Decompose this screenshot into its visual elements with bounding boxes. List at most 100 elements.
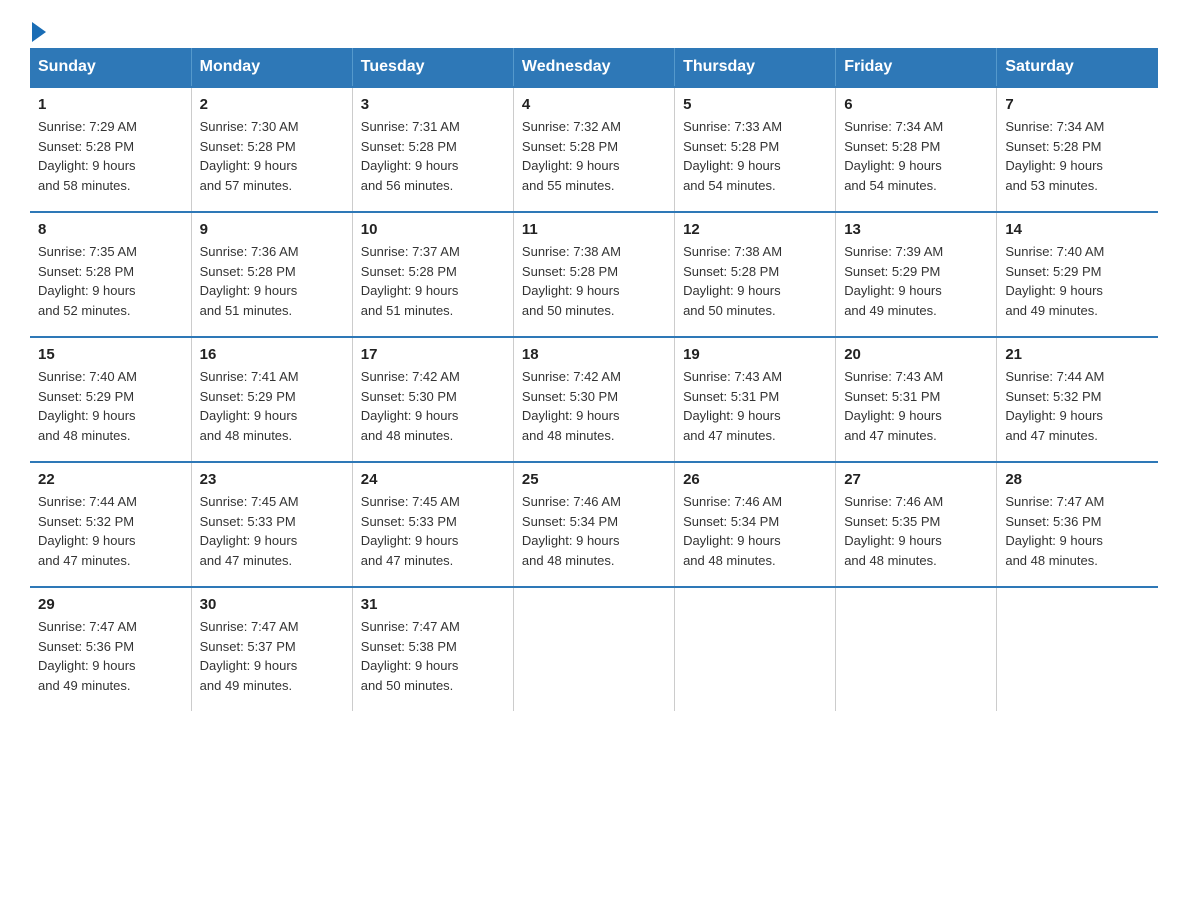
calendar-cell: 10 Sunrise: 7:37 AMSunset: 5:28 PMDaylig… bbox=[352, 212, 513, 337]
calendar-cell bbox=[997, 587, 1158, 711]
calendar-cell: 2 Sunrise: 7:30 AMSunset: 5:28 PMDayligh… bbox=[191, 87, 352, 212]
day-number: 11 bbox=[522, 221, 666, 238]
day-info: Sunrise: 7:46 AMSunset: 5:35 PMDaylight:… bbox=[844, 492, 988, 570]
calendar-cell: 18 Sunrise: 7:42 AMSunset: 5:30 PMDaylig… bbox=[513, 337, 674, 462]
day-info: Sunrise: 7:30 AMSunset: 5:28 PMDaylight:… bbox=[200, 117, 344, 195]
calendar-cell: 24 Sunrise: 7:45 AMSunset: 5:33 PMDaylig… bbox=[352, 462, 513, 587]
day-info: Sunrise: 7:36 AMSunset: 5:28 PMDaylight:… bbox=[200, 242, 344, 320]
calendar-cell: 11 Sunrise: 7:38 AMSunset: 5:28 PMDaylig… bbox=[513, 212, 674, 337]
day-number: 3 bbox=[361, 96, 505, 113]
day-info: Sunrise: 7:43 AMSunset: 5:31 PMDaylight:… bbox=[844, 367, 988, 445]
calendar-cell: 7 Sunrise: 7:34 AMSunset: 5:28 PMDayligh… bbox=[997, 87, 1158, 212]
day-info: Sunrise: 7:44 AMSunset: 5:32 PMDaylight:… bbox=[1005, 367, 1150, 445]
day-number: 7 bbox=[1005, 96, 1150, 113]
day-number: 19 bbox=[683, 346, 827, 363]
calendar-header-saturday: Saturday bbox=[997, 48, 1158, 87]
calendar-cell: 3 Sunrise: 7:31 AMSunset: 5:28 PMDayligh… bbox=[352, 87, 513, 212]
day-info: Sunrise: 7:45 AMSunset: 5:33 PMDaylight:… bbox=[200, 492, 344, 570]
day-number: 27 bbox=[844, 471, 988, 488]
calendar-cell: 16 Sunrise: 7:41 AMSunset: 5:29 PMDaylig… bbox=[191, 337, 352, 462]
calendar-cell: 4 Sunrise: 7:32 AMSunset: 5:28 PMDayligh… bbox=[513, 87, 674, 212]
calendar-cell: 5 Sunrise: 7:33 AMSunset: 5:28 PMDayligh… bbox=[675, 87, 836, 212]
calendar-cell: 20 Sunrise: 7:43 AMSunset: 5:31 PMDaylig… bbox=[836, 337, 997, 462]
day-info: Sunrise: 7:47 AMSunset: 5:36 PMDaylight:… bbox=[1005, 492, 1150, 570]
day-number: 13 bbox=[844, 221, 988, 238]
day-number: 25 bbox=[522, 471, 666, 488]
calendar-cell: 13 Sunrise: 7:39 AMSunset: 5:29 PMDaylig… bbox=[836, 212, 997, 337]
day-number: 18 bbox=[522, 346, 666, 363]
day-info: Sunrise: 7:46 AMSunset: 5:34 PMDaylight:… bbox=[683, 492, 827, 570]
calendar-week-row-2: 8 Sunrise: 7:35 AMSunset: 5:28 PMDayligh… bbox=[30, 212, 1158, 337]
day-number: 20 bbox=[844, 346, 988, 363]
day-info: Sunrise: 7:40 AMSunset: 5:29 PMDaylight:… bbox=[1005, 242, 1150, 320]
day-info: Sunrise: 7:35 AMSunset: 5:28 PMDaylight:… bbox=[38, 242, 183, 320]
day-info: Sunrise: 7:42 AMSunset: 5:30 PMDaylight:… bbox=[522, 367, 666, 445]
calendar-cell: 8 Sunrise: 7:35 AMSunset: 5:28 PMDayligh… bbox=[30, 212, 191, 337]
day-number: 23 bbox=[200, 471, 344, 488]
day-info: Sunrise: 7:32 AMSunset: 5:28 PMDaylight:… bbox=[522, 117, 666, 195]
calendar-cell bbox=[675, 587, 836, 711]
day-number: 6 bbox=[844, 96, 988, 113]
calendar-cell: 14 Sunrise: 7:40 AMSunset: 5:29 PMDaylig… bbox=[997, 212, 1158, 337]
calendar-cell: 29 Sunrise: 7:47 AMSunset: 5:36 PMDaylig… bbox=[30, 587, 191, 711]
calendar-cell bbox=[836, 587, 997, 711]
day-number: 4 bbox=[522, 96, 666, 113]
calendar-cell: 6 Sunrise: 7:34 AMSunset: 5:28 PMDayligh… bbox=[836, 87, 997, 212]
calendar-cell: 17 Sunrise: 7:42 AMSunset: 5:30 PMDaylig… bbox=[352, 337, 513, 462]
calendar-cell: 21 Sunrise: 7:44 AMSunset: 5:32 PMDaylig… bbox=[997, 337, 1158, 462]
day-number: 15 bbox=[38, 346, 183, 363]
calendar-header-sunday: Sunday bbox=[30, 48, 191, 87]
calendar-table: SundayMondayTuesdayWednesdayThursdayFrid… bbox=[30, 48, 1158, 711]
day-number: 17 bbox=[361, 346, 505, 363]
day-info: Sunrise: 7:33 AMSunset: 5:28 PMDaylight:… bbox=[683, 117, 827, 195]
day-number: 21 bbox=[1005, 346, 1150, 363]
day-number: 26 bbox=[683, 471, 827, 488]
calendar-cell: 12 Sunrise: 7:38 AMSunset: 5:28 PMDaylig… bbox=[675, 212, 836, 337]
day-info: Sunrise: 7:46 AMSunset: 5:34 PMDaylight:… bbox=[522, 492, 666, 570]
day-info: Sunrise: 7:38 AMSunset: 5:28 PMDaylight:… bbox=[683, 242, 827, 320]
day-info: Sunrise: 7:43 AMSunset: 5:31 PMDaylight:… bbox=[683, 367, 827, 445]
calendar-cell: 28 Sunrise: 7:47 AMSunset: 5:36 PMDaylig… bbox=[997, 462, 1158, 587]
calendar-header-row: SundayMondayTuesdayWednesdayThursdayFrid… bbox=[30, 48, 1158, 87]
calendar-cell: 26 Sunrise: 7:46 AMSunset: 5:34 PMDaylig… bbox=[675, 462, 836, 587]
calendar-cell: 19 Sunrise: 7:43 AMSunset: 5:31 PMDaylig… bbox=[675, 337, 836, 462]
day-number: 14 bbox=[1005, 221, 1150, 238]
day-info: Sunrise: 7:42 AMSunset: 5:30 PMDaylight:… bbox=[361, 367, 505, 445]
day-info: Sunrise: 7:38 AMSunset: 5:28 PMDaylight:… bbox=[522, 242, 666, 320]
day-number: 28 bbox=[1005, 471, 1150, 488]
day-number: 24 bbox=[361, 471, 505, 488]
day-info: Sunrise: 7:34 AMSunset: 5:28 PMDaylight:… bbox=[844, 117, 988, 195]
calendar-cell: 30 Sunrise: 7:47 AMSunset: 5:37 PMDaylig… bbox=[191, 587, 352, 711]
calendar-cell bbox=[513, 587, 674, 711]
calendar-week-row-5: 29 Sunrise: 7:47 AMSunset: 5:36 PMDaylig… bbox=[30, 587, 1158, 711]
day-number: 5 bbox=[683, 96, 827, 113]
calendar-header-thursday: Thursday bbox=[675, 48, 836, 87]
day-number: 2 bbox=[200, 96, 344, 113]
calendar-header-friday: Friday bbox=[836, 48, 997, 87]
day-info: Sunrise: 7:29 AMSunset: 5:28 PMDaylight:… bbox=[38, 117, 183, 195]
calendar-cell: 31 Sunrise: 7:47 AMSunset: 5:38 PMDaylig… bbox=[352, 587, 513, 711]
day-info: Sunrise: 7:40 AMSunset: 5:29 PMDaylight:… bbox=[38, 367, 183, 445]
day-number: 29 bbox=[38, 596, 183, 613]
calendar-cell: 25 Sunrise: 7:46 AMSunset: 5:34 PMDaylig… bbox=[513, 462, 674, 587]
day-info: Sunrise: 7:47 AMSunset: 5:37 PMDaylight:… bbox=[200, 617, 344, 695]
day-number: 22 bbox=[38, 471, 183, 488]
calendar-cell: 27 Sunrise: 7:46 AMSunset: 5:35 PMDaylig… bbox=[836, 462, 997, 587]
day-info: Sunrise: 7:34 AMSunset: 5:28 PMDaylight:… bbox=[1005, 117, 1150, 195]
day-info: Sunrise: 7:47 AMSunset: 5:36 PMDaylight:… bbox=[38, 617, 183, 695]
calendar-week-row-1: 1 Sunrise: 7:29 AMSunset: 5:28 PMDayligh… bbox=[30, 87, 1158, 212]
calendar-cell: 22 Sunrise: 7:44 AMSunset: 5:32 PMDaylig… bbox=[30, 462, 191, 587]
calendar-header-tuesday: Tuesday bbox=[352, 48, 513, 87]
day-info: Sunrise: 7:31 AMSunset: 5:28 PMDaylight:… bbox=[361, 117, 505, 195]
calendar-header-wednesday: Wednesday bbox=[513, 48, 674, 87]
day-number: 10 bbox=[361, 221, 505, 238]
day-number: 16 bbox=[200, 346, 344, 363]
day-number: 30 bbox=[200, 596, 344, 613]
day-info: Sunrise: 7:47 AMSunset: 5:38 PMDaylight:… bbox=[361, 617, 505, 695]
calendar-week-row-3: 15 Sunrise: 7:40 AMSunset: 5:29 PMDaylig… bbox=[30, 337, 1158, 462]
calendar-week-row-4: 22 Sunrise: 7:44 AMSunset: 5:32 PMDaylig… bbox=[30, 462, 1158, 587]
logo bbox=[30, 20, 46, 38]
day-info: Sunrise: 7:37 AMSunset: 5:28 PMDaylight:… bbox=[361, 242, 505, 320]
day-number: 1 bbox=[38, 96, 183, 113]
logo-arrow-icon bbox=[32, 22, 46, 42]
